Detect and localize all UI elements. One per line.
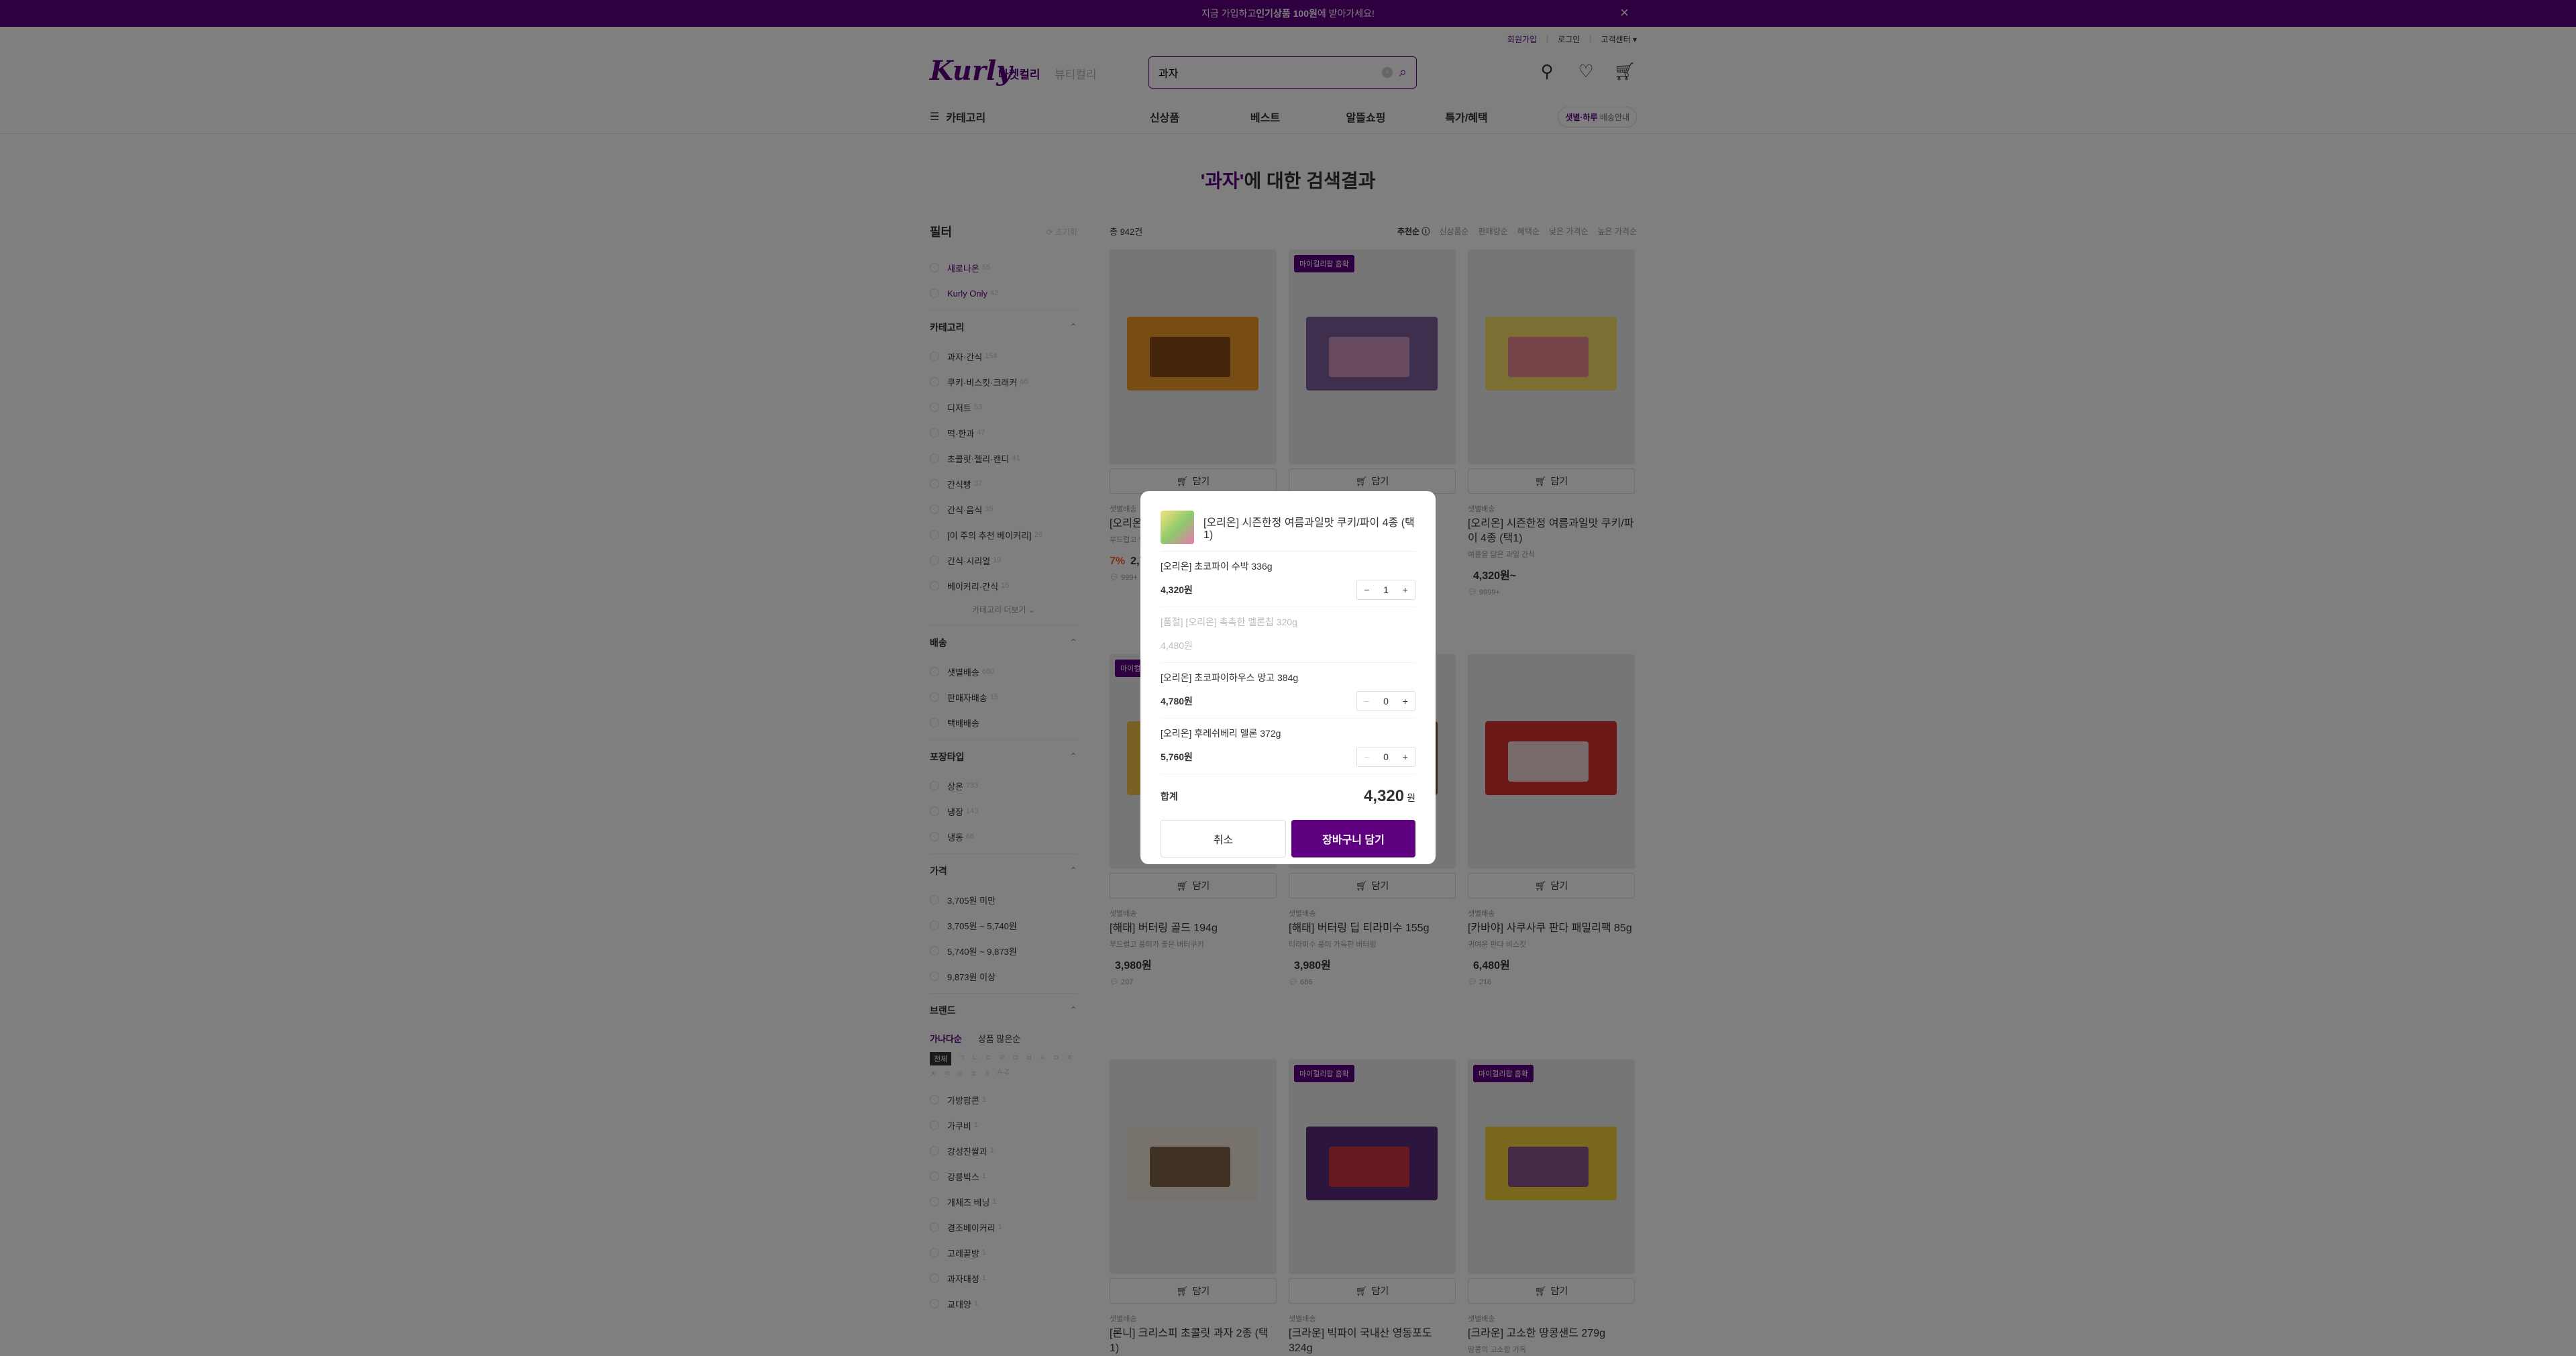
quantity-stepper: − 0 +: [1356, 691, 1415, 711]
option-price: 4,780원: [1161, 696, 1193, 707]
total-unit: 원: [1407, 792, 1415, 803]
option-item: [오리온] 초코파이하우스 망고 384g 4,780원 − 0 +: [1161, 663, 1415, 719]
minus-button[interactable]: −: [1357, 584, 1377, 595]
quantity-value: 0: [1383, 751, 1389, 762]
add-to-cart-button[interactable]: 장바구니 담기: [1291, 820, 1415, 857]
quantity-stepper: − 1 +: [1356, 580, 1415, 600]
product-thumbnail: [1161, 510, 1194, 544]
cart-option-modal: [오리온] 시즌한정 여름과일맛 쿠키/파이 4종 (택1) [오리온] 초코파…: [1140, 491, 1436, 864]
option-item: [오리온] 후레쉬베리 멜론 372g 5,760원 − 0 +: [1161, 719, 1415, 774]
modal-actions: 취소 장바구니 담기: [1161, 820, 1415, 857]
minus-button[interactable]: −: [1357, 751, 1377, 762]
option-name: [품절] [오리온] 촉촉한 멜론칩 320g: [1161, 617, 1297, 627]
option-price: 4,480원: [1161, 640, 1193, 651]
option-name: [오리온] 초코파이하우스 망고 384g: [1161, 672, 1299, 683]
total-row: 합계 4,320 원: [1161, 778, 1415, 815]
quantity-value: 0: [1383, 696, 1389, 707]
total-amount: 4,320: [1364, 787, 1405, 805]
plus-button[interactable]: +: [1395, 584, 1415, 595]
option-price: 4,320원: [1161, 584, 1193, 595]
modal-header: [오리온] 시즌한정 여름과일맛 쿠키/파이 4종 (택1): [1161, 510, 1415, 552]
option-item: [오리온] 초코파이 수박 336g 4,320원 − 1 +: [1161, 552, 1415, 607]
modal-product-title: [오리온] 시즌한정 여름과일맛 쿠키/파이 4종 (택1): [1203, 517, 1415, 541]
option-name: [오리온] 후레쉬베리 멜론 372g: [1161, 728, 1281, 739]
quantity-stepper: − 0 +: [1356, 747, 1415, 767]
option-name: [오리온] 초코파이 수박 336g: [1161, 561, 1273, 572]
minus-button[interactable]: −: [1357, 696, 1377, 707]
option-item-soldout: [품절] [오리온] 촉촉한 멜론칩 320g 4,480원: [1161, 607, 1415, 663]
cancel-button[interactable]: 취소: [1161, 820, 1286, 857]
option-price: 5,760원: [1161, 751, 1193, 762]
plus-button[interactable]: +: [1395, 696, 1415, 707]
quantity-value: 1: [1383, 584, 1389, 595]
plus-button[interactable]: +: [1395, 751, 1415, 762]
total-label: 합계: [1161, 791, 1178, 802]
